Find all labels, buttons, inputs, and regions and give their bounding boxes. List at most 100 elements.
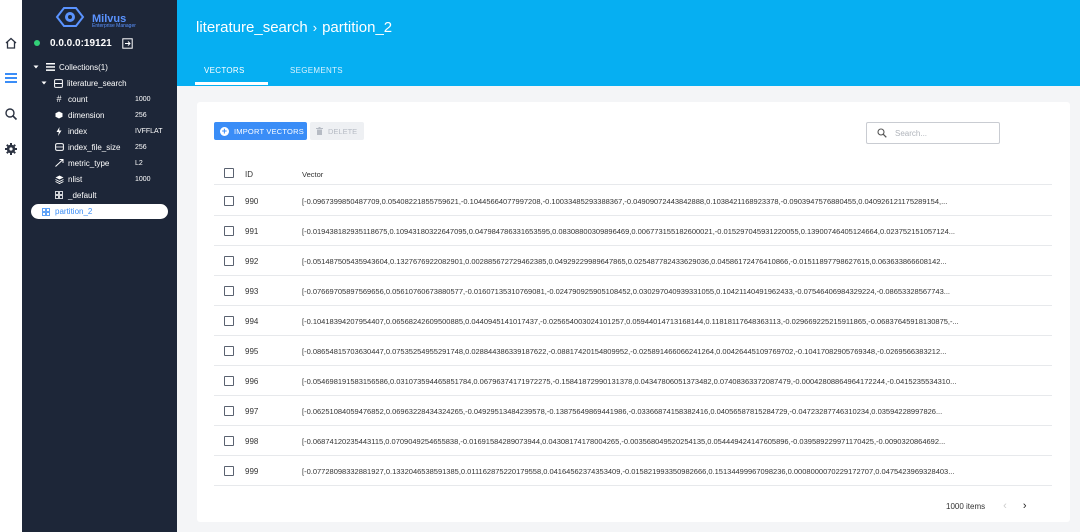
- search-icon[interactable]: [0, 104, 22, 124]
- database-icon: [53, 78, 63, 88]
- connection-status: 0.0.0.0:19121: [34, 36, 133, 50]
- prop-label: index_file_size: [68, 142, 121, 152]
- tree-collection-item[interactable]: literature_search: [41, 76, 127, 90]
- row-id: 990: [245, 197, 259, 206]
- row-checkbox[interactable]: [224, 226, 234, 236]
- status-dot-icon: [34, 40, 40, 46]
- row-vector: [-0.051487505435943604,0.132767692208290…: [302, 257, 947, 266]
- partition-label: partition_2: [55, 207, 93, 216]
- row-id: 996: [245, 377, 259, 386]
- grid-icon: [41, 207, 51, 217]
- table-row[interactable]: 996 [-0.054698191583156586,0.031073594465…: [214, 366, 1052, 396]
- icon-rail: [0, 0, 22, 532]
- tree-prop-metric-type[interactable]: metric_type L2: [54, 156, 174, 170]
- tree-prop-nlist[interactable]: nlist 1000: [54, 172, 174, 186]
- row-id: 993: [245, 287, 259, 296]
- active-tab-indicator: [195, 82, 268, 85]
- row-checkbox[interactable]: [224, 196, 234, 206]
- prop-label: index: [68, 126, 88, 136]
- row-vector: [-0.08654815703630447,0.0753525495529174…: [302, 347, 947, 356]
- connection-address: 0.0.0.0:19121: [50, 37, 112, 49]
- overview-icon[interactable]: [0, 68, 22, 88]
- table-row[interactable]: 994 [-0.10418394207954407,0.0656824260950…: [214, 306, 1052, 336]
- table-row[interactable]: 999 [-0.07728098332881927,0.1332046538591…: [214, 456, 1052, 486]
- tree-prop-dimension[interactable]: dimension 256: [54, 108, 174, 122]
- select-all-checkbox[interactable]: [224, 168, 234, 178]
- delete-label: DELETE: [328, 126, 358, 136]
- tab-vectors[interactable]: VECTORS: [204, 66, 245, 75]
- search-input[interactable]: [895, 128, 995, 138]
- grid-icon: [54, 190, 64, 200]
- import-label: IMPORT VECTORS: [234, 126, 304, 136]
- prop-value: 256: [135, 143, 147, 151]
- row-vector: [-0.06251084059476852,0.0696322843432426…: [302, 407, 943, 416]
- row-checkbox[interactable]: [224, 436, 234, 446]
- prev-page-icon[interactable]: ‹: [1003, 500, 1007, 512]
- row-checkbox[interactable]: [224, 316, 234, 326]
- logout-icon[interactable]: [122, 37, 133, 49]
- tree-prop-count[interactable]: # count 1000: [54, 92, 174, 106]
- tree-partition-default[interactable]: _default: [54, 188, 96, 202]
- column-header-vector[interactable]: Vector: [302, 170, 1048, 179]
- row-checkbox[interactable]: [224, 256, 234, 266]
- row-id: 991: [245, 227, 259, 236]
- import-vectors-button[interactable]: + IMPORT VECTORS: [214, 122, 307, 140]
- table-row[interactable]: 990 [-0.0967399850487709,0.05408221855759…: [214, 186, 1052, 216]
- breadcrumb-collection[interactable]: literature_search: [196, 19, 308, 36]
- column-header-id[interactable]: ID: [245, 170, 253, 179]
- table-row[interactable]: 995 [-0.08654815703630447,0.0753525495529…: [214, 336, 1052, 366]
- table-row[interactable]: 998 [-0.06874120235443115,0.0709049254655…: [214, 426, 1052, 456]
- row-checkbox[interactable]: [224, 376, 234, 386]
- prop-label: count: [68, 94, 88, 104]
- row-vector: [-0.07728098332881927,0.1332046538591385…: [302, 467, 955, 476]
- table-header: ID Vector: [214, 161, 1052, 185]
- tree-partition-selected[interactable]: partition_2: [31, 204, 168, 219]
- app-logo: Milvus Enterprise Manager: [34, 4, 184, 30]
- breadcrumb: literature_search › partition_2: [196, 19, 392, 36]
- next-page-icon[interactable]: ›: [1023, 500, 1027, 512]
- prop-value: L2: [135, 159, 143, 167]
- row-checkbox[interactable]: [224, 346, 234, 356]
- row-checkbox[interactable]: [224, 406, 234, 416]
- prop-label: metric_type: [68, 158, 110, 168]
- row-checkbox[interactable]: [224, 466, 234, 476]
- row-id: 995: [245, 347, 259, 356]
- row-id: 998: [245, 437, 259, 446]
- trash-icon: [316, 127, 323, 135]
- tree-prop-index-file-size[interactable]: index_file_size 256: [54, 140, 174, 154]
- tree-prop-index[interactable]: index IVFFLAT: [54, 124, 174, 138]
- plus-icon: +: [220, 125, 229, 136]
- prop-label: nlist: [68, 174, 83, 184]
- row-vector: [-0.0967399850487709,0.05408221855759621…: [302, 197, 948, 206]
- table-row[interactable]: 992 [-0.051487505435943604,0.132767692208…: [214, 246, 1052, 276]
- chevron-down-icon: [33, 62, 39, 72]
- partition-label: _default: [68, 190, 97, 200]
- table-row[interactable]: 997 [-0.06251084059476852,0.0696322843432…: [214, 396, 1052, 426]
- bolt-icon: [54, 126, 64, 136]
- settings-icon[interactable]: [0, 139, 22, 159]
- row-checkbox[interactable]: [224, 286, 234, 296]
- trending-icon: [54, 158, 64, 168]
- row-id: 997: [245, 407, 259, 416]
- prop-value: 256: [135, 111, 147, 119]
- pagination-total: 1000 items: [946, 501, 986, 511]
- prop-label: dimension: [68, 110, 105, 120]
- drive-icon: [54, 142, 64, 152]
- table-row[interactable]: 993 [-0.07669705897569656,0.0561076067388…: [214, 276, 1052, 306]
- vectors-panel: + IMPORT VECTORS DELETE ID Vector 990 [-0…: [197, 102, 1070, 522]
- sidebar: Milvus Enterprise Manager 0.0.0.0:19121 …: [22, 0, 177, 532]
- header: literature_search › partition_2 VECTORS …: [177, 0, 1080, 86]
- tree-partition-2[interactable]: partition_2: [41, 204, 92, 219]
- tab-segements[interactable]: SEGEMENTS: [290, 66, 343, 75]
- tree-collections[interactable]: Collections(1): [33, 60, 108, 74]
- row-vector: [-0.06874120235443115,0.0709049254655838…: [302, 437, 946, 446]
- delete-button[interactable]: DELETE: [310, 122, 364, 140]
- prop-value: 1000: [135, 175, 151, 183]
- list-icon: [45, 62, 55, 72]
- chevron-down-icon: [41, 78, 47, 88]
- row-id: 994: [245, 317, 259, 326]
- row-id: 999: [245, 467, 259, 476]
- table-row[interactable]: 991 [-0.019438182935118675,0.109431803226…: [214, 216, 1052, 246]
- home-icon[interactable]: [0, 33, 22, 53]
- search-field[interactable]: [866, 122, 1000, 144]
